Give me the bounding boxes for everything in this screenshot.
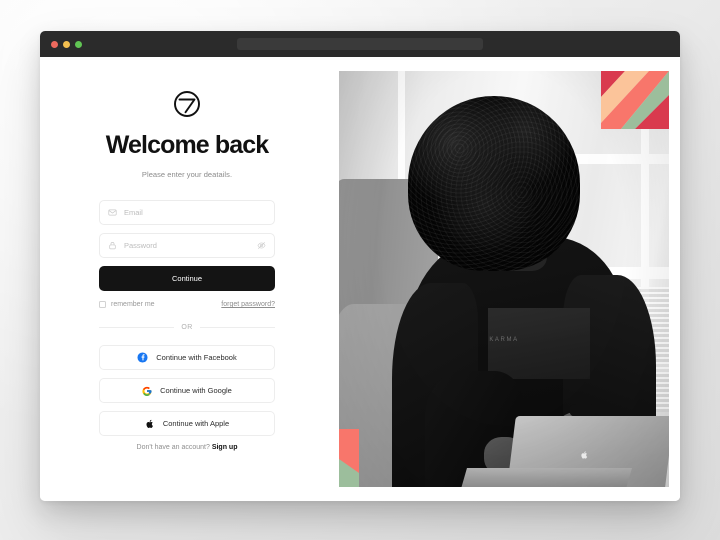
signup-link[interactable]: Sign up [212, 444, 238, 451]
page-title: Welcome back [105, 131, 269, 159]
person-hair [408, 95, 580, 271]
remember-me-control[interactable]: remember me [99, 301, 155, 308]
google-button-label: Continue with Google [160, 386, 232, 395]
continue-with-google-button[interactable]: Continue with Google [99, 378, 275, 403]
envelope-icon [108, 208, 117, 217]
continue-submit-button[interactable]: Continue [99, 266, 275, 291]
login-form-panel: Welcome back Please enter your deatails.… [40, 57, 334, 501]
facebook-button-label: Continue with Facebook [156, 353, 237, 362]
form-fields: Email Password Continue remember me forg… [99, 200, 275, 451]
eye-slash-icon[interactable] [257, 241, 266, 250]
forgot-password-link[interactable]: forget password? [221, 301, 275, 308]
shirt-text: KARMA [489, 337, 519, 344]
divider-label: OR [181, 324, 193, 331]
shirt-graphic-patch [487, 308, 590, 379]
or-divider: OR [99, 324, 275, 331]
facebook-icon [137, 352, 148, 363]
window-frame-bar [570, 154, 669, 165]
decorative-stripes-bottom-left [339, 429, 359, 487]
google-icon [142, 386, 152, 396]
maximize-window-button[interactable] [75, 40, 82, 48]
divider-line-left [99, 327, 175, 328]
hero-photo-panel: KARMA [334, 57, 680, 501]
decorative-stripes-top-right [601, 71, 669, 129]
password-field[interactable]: Password [99, 233, 275, 258]
lock-icon [108, 241, 117, 250]
minimize-window-button[interactable] [63, 40, 70, 48]
apple-button-label: Continue with Apple [162, 419, 230, 428]
close-window-button[interactable] [51, 40, 58, 48]
divider-line-right [199, 327, 275, 328]
page-subtitle: Please enter your deatails. [141, 170, 233, 179]
password-input-placeholder: Password [124, 241, 157, 250]
email-field[interactable]: Email [99, 200, 275, 225]
apple-icon [145, 419, 155, 429]
browser-window: Welcome back Please enter your deatails.… [40, 31, 680, 501]
signup-prompt-text: Don't have an account? [136, 444, 210, 451]
hair-texture [408, 95, 580, 271]
form-options-row: remember me forget password? [99, 301, 275, 308]
address-bar[interactable] [237, 38, 483, 50]
continue-with-facebook-button[interactable]: Continue with Facebook [99, 345, 275, 370]
continue-with-apple-button[interactable]: Continue with Apple [99, 411, 275, 436]
email-input-placeholder: Email [124, 208, 143, 217]
login-page: Welcome back Please enter your deatails.… [40, 57, 680, 501]
signup-prompt-row: Don't have an account? Sign up [99, 444, 275, 451]
traffic-light-group [51, 40, 82, 48]
browser-titlebar [40, 31, 680, 57]
remember-me-label: remember me [111, 301, 155, 308]
circle-seven-logo-icon [174, 91, 200, 117]
hero-photo: KARMA [339, 71, 669, 487]
laptop-base [461, 468, 633, 487]
remember-me-checkbox[interactable] [99, 301, 106, 308]
laptop-apple-logo-icon [581, 450, 588, 459]
